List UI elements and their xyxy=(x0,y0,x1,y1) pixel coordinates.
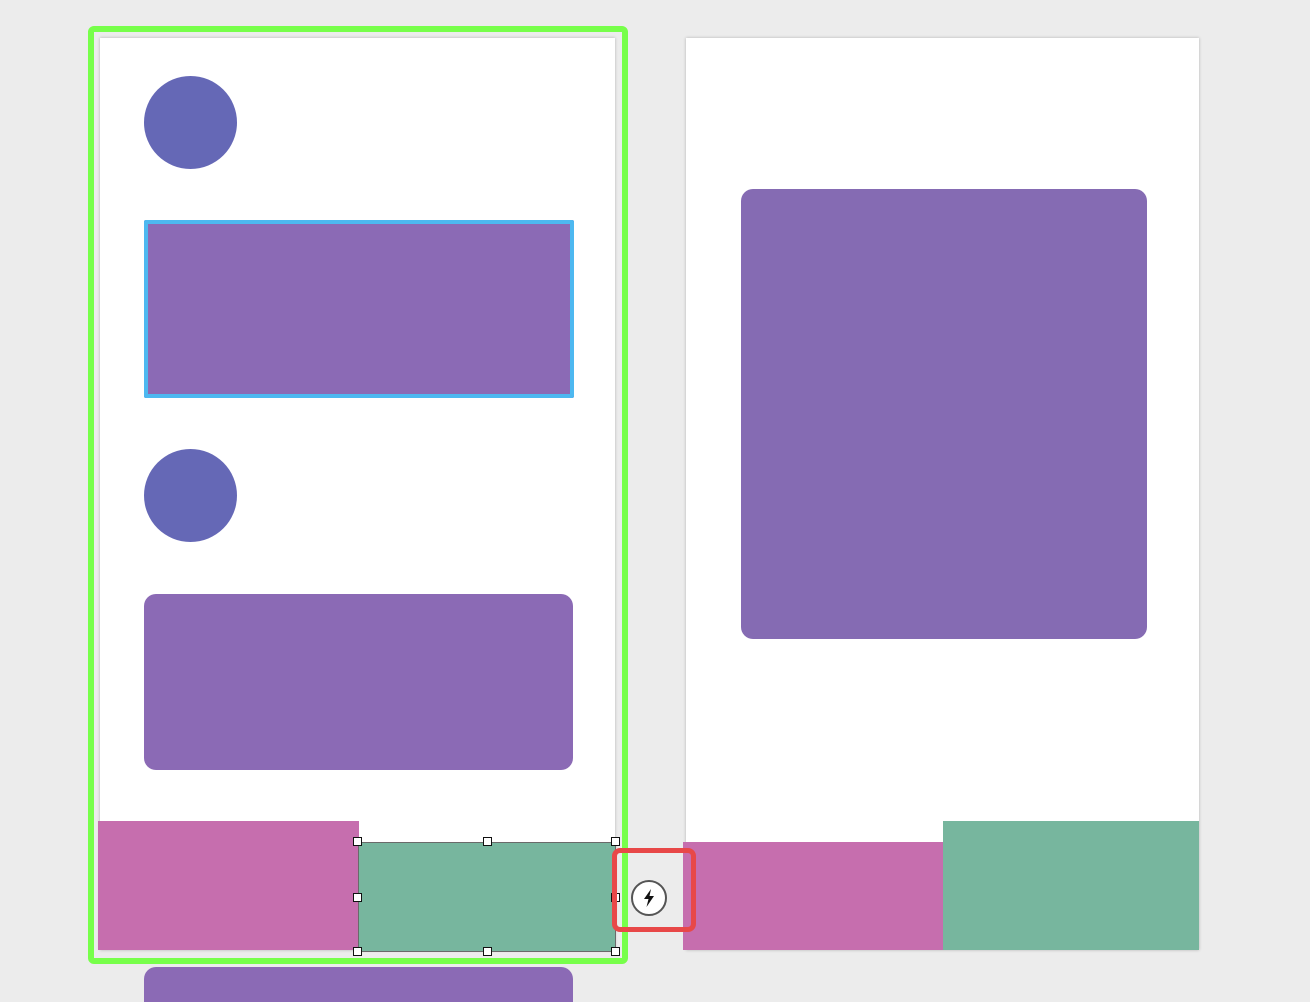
resize-handle-top-right[interactable] xyxy=(611,837,620,846)
card-middle[interactable] xyxy=(144,594,573,770)
resize-handle-bottom-left[interactable] xyxy=(353,947,362,956)
tab-bar-right-green-selected[interactable] xyxy=(358,842,616,952)
resize-handle-top-center[interactable] xyxy=(483,837,492,846)
avatar-circle-top[interactable] xyxy=(144,76,237,169)
card-top-hover-outline xyxy=(144,220,574,398)
prototype-link-node[interactable] xyxy=(631,880,667,916)
tab-bar-right-green[interactable] xyxy=(943,821,1199,950)
design-canvas[interactable] xyxy=(0,0,1310,1002)
resize-handle-bottom-center[interactable] xyxy=(483,947,492,956)
tab-bar-left-pink[interactable] xyxy=(683,842,944,950)
avatar-circle-middle[interactable] xyxy=(144,449,237,542)
card-bottom-overflow[interactable] xyxy=(144,967,573,1002)
resize-handle-middle-left[interactable] xyxy=(353,893,362,902)
tab-bar-left-pink[interactable] xyxy=(98,821,359,950)
lightning-bolt-icon xyxy=(644,889,654,907)
resize-handle-top-left[interactable] xyxy=(353,837,362,846)
resize-handle-bottom-right[interactable] xyxy=(611,947,620,956)
card-large[interactable] xyxy=(741,189,1147,639)
